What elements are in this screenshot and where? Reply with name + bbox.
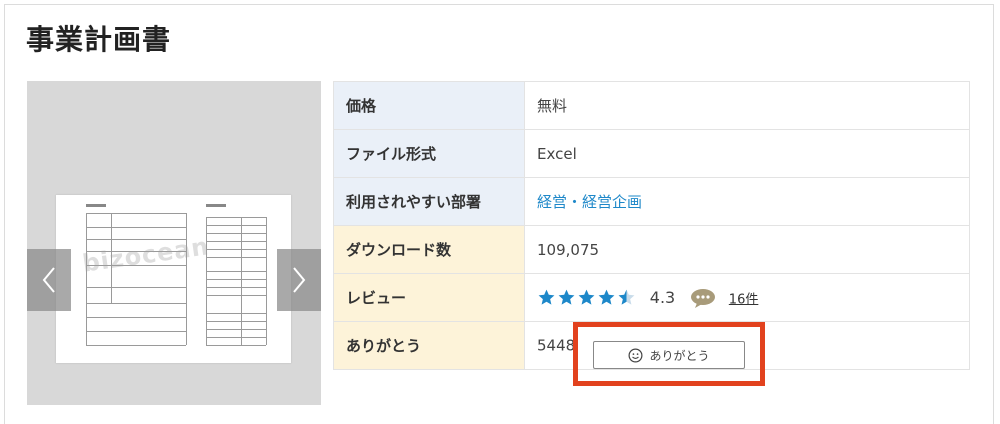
review-cell: 4.3 16件 [524,273,970,322]
rating-value: 4.3 [649,288,676,307]
page-title: 事業計画書 [26,23,172,56]
highlight-box [573,322,765,386]
comment-icon [691,288,716,308]
review-count-link[interactable]: 16件 [729,292,759,307]
prev-image-button[interactable] [27,249,71,311]
download-count-label: ダウンロード数 [333,225,525,274]
price-value: 無料 [524,81,970,130]
table-row: ファイル形式 Excel [333,129,970,178]
half-star-icon [618,289,635,305]
thanks-label: ありがとう [333,321,525,370]
department-link[interactable]: 経営・経営企画 [537,193,642,211]
table-row: ダウンロード数 109,075 [333,225,970,274]
download-count-value: 109,075 [524,225,970,274]
table-row: レビュー 4.3 16件 [333,273,970,322]
template-preview: bizocean [27,81,321,405]
rating-stars [537,288,637,307]
table-row: 利用されやすい部署 経営・経営企画 [333,177,970,226]
table-row: 価格 無料 [333,81,970,130]
preview-thumbnail[interactable]: bizocean [56,195,291,363]
review-label: レビュー [333,273,525,322]
chevron-left-icon [42,267,55,293]
file-format-label: ファイル形式 [333,129,525,178]
next-image-button[interactable] [277,249,321,311]
department-label: 利用されやすい部署 [333,177,525,226]
star-icon [558,289,575,305]
file-format-value: Excel [524,129,970,178]
thanks-count: 5448 [537,336,576,355]
price-label: 価格 [333,81,525,130]
star-icon [578,289,595,305]
chevron-right-icon [293,267,306,293]
star-icon [598,289,615,305]
star-icon [538,289,555,305]
